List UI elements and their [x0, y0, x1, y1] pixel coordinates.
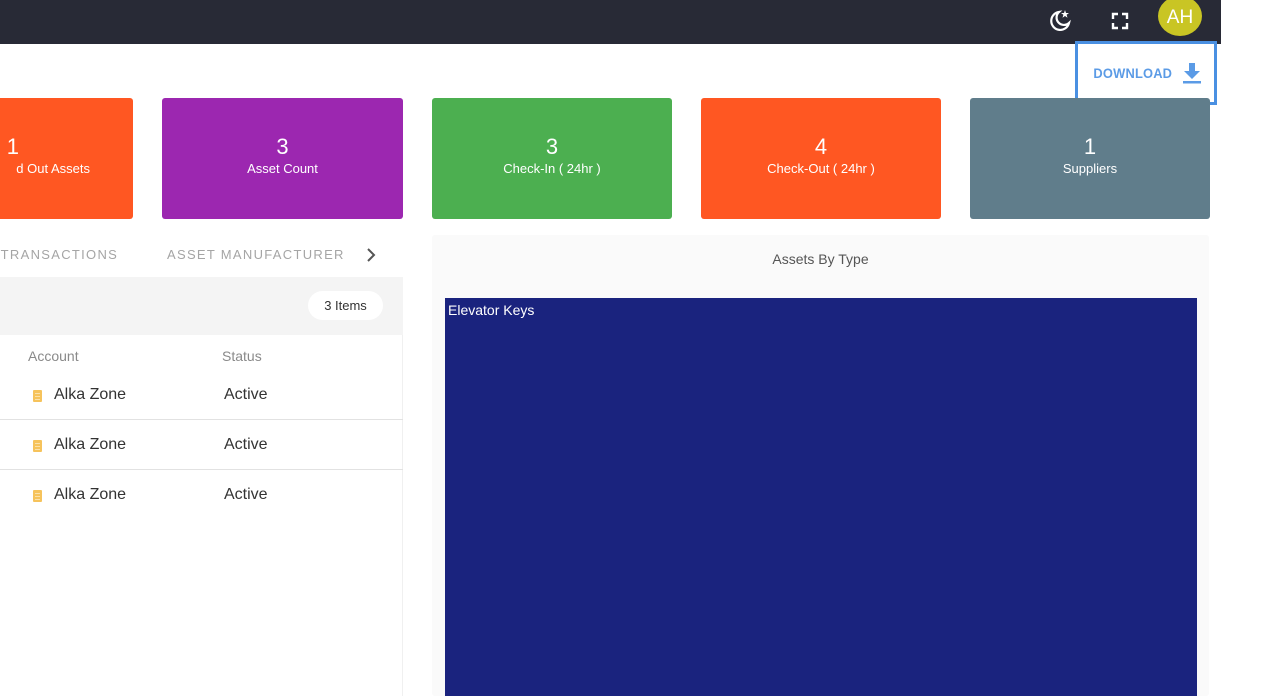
chevron-right-icon[interactable]	[360, 243, 382, 267]
stat-card-checked-out-assets[interactable]: 1 d Out Assets	[0, 98, 133, 219]
table-row[interactable]: Alka Zone Active	[0, 370, 403, 420]
stat-card-asset-count[interactable]: 3 Asset Count	[162, 98, 403, 219]
tab-bar: T TRANSACTIONS ASSET MANUFACTURER	[0, 240, 403, 270]
account-cell: Alka Zone	[54, 386, 127, 403]
download-label: DOWNLOAD	[1093, 65, 1172, 81]
tab-asset-manufacturer[interactable]: ASSET MANUFACTURER	[167, 247, 345, 262]
avatar[interactable]: AH	[1158, 0, 1202, 36]
assets-table: Account Status Alka Zone Active Alka Zon…	[0, 335, 403, 696]
treemap-cell[interactable]	[445, 298, 1197, 696]
fullscreen-icon[interactable]	[1103, 4, 1137, 38]
stat-value: 1	[6, 134, 19, 159]
stat-label: Check-Out ( 24hr )	[767, 161, 875, 176]
treemap-cell-label: Elevator Keys	[448, 302, 534, 318]
download-icon	[1183, 63, 1202, 84]
assets-by-type-chart: Assets By Type Elevator Keys	[432, 235, 1209, 696]
top-bar: AH	[0, 0, 1221, 44]
stat-value: 3	[545, 134, 559, 159]
treemap-chart: Elevator Keys	[445, 298, 1197, 696]
table-header-bar: 3 Items	[0, 277, 403, 335]
stat-label: d Out Assets	[16, 161, 90, 176]
account-cell: Alka Zone	[54, 486, 127, 503]
items-count-badge: 3 Items	[308, 291, 383, 320]
stat-card-check-out[interactable]: 4 Check-Out ( 24hr )	[701, 98, 941, 219]
column-header-account[interactable]: Account	[28, 348, 79, 364]
stat-value: 4	[814, 134, 828, 159]
account-cell: Alka Zone	[54, 436, 127, 453]
status-cell: Active	[224, 436, 268, 453]
building-icon	[33, 440, 42, 452]
stat-label: Check-In ( 24hr )	[503, 161, 601, 176]
status-cell: Active	[224, 486, 268, 503]
dashboard-page: AH DOWNLOAD 1 d Out Assets 3 Asset Count…	[0, 0, 1261, 696]
moon-star-icon[interactable]	[1043, 4, 1077, 38]
download-button[interactable]: DOWNLOAD	[1075, 41, 1217, 105]
building-icon	[33, 490, 42, 502]
stat-value: 1	[1083, 134, 1097, 159]
stat-card-check-in[interactable]: 3 Check-In ( 24hr )	[432, 98, 672, 219]
stat-card-suppliers[interactable]: 1 Suppliers	[970, 98, 1210, 219]
table-row[interactable]: Alka Zone Active	[0, 420, 403, 470]
table-row[interactable]: Alka Zone Active	[0, 470, 403, 520]
tab-asset-transactions[interactable]: T TRANSACTIONS	[0, 247, 118, 262]
status-cell: Active	[224, 386, 268, 403]
column-header-status[interactable]: Status	[222, 348, 262, 364]
stat-value: 3	[276, 134, 289, 159]
chart-title: Assets By Type	[772, 251, 869, 267]
stat-label: Asset Count	[247, 161, 318, 176]
stat-label: Suppliers	[1062, 161, 1118, 176]
building-icon	[33, 390, 42, 402]
